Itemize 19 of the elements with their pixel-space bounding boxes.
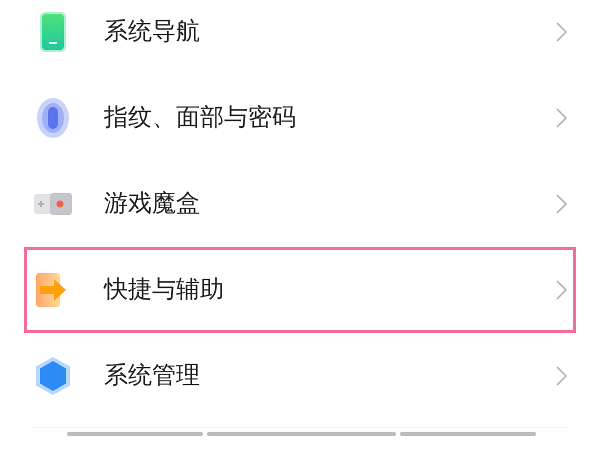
chevron-icon (556, 194, 567, 214)
chevron-icon (556, 280, 567, 300)
row-label: 指纹、面部与密码 (104, 103, 297, 133)
gamepad-icon (34, 192, 72, 216)
chevron-icon (556, 366, 567, 386)
hexagon-icon (36, 357, 70, 395)
settings-row[interactable]: 快捷与辅助 (24, 247, 576, 333)
row-label: 游戏魔盒 (104, 189, 201, 219)
row-label: 系统管理 (104, 361, 201, 391)
settings-row[interactable]: 系统管理 (24, 333, 576, 419)
chevron-icon (556, 108, 567, 128)
settings-row[interactable]: 系统导航 (24, 0, 576, 75)
chevron-icon (556, 22, 567, 42)
settings-row[interactable]: 指纹、面部与密码 (24, 75, 576, 161)
settings-row[interactable]: 游戏魔盒 (24, 161, 576, 247)
phone-icon (40, 12, 66, 52)
row-label: 快捷与辅助 (104, 275, 225, 305)
fingerprint-icon (37, 98, 69, 138)
row-label: 系统导航 (104, 17, 201, 47)
